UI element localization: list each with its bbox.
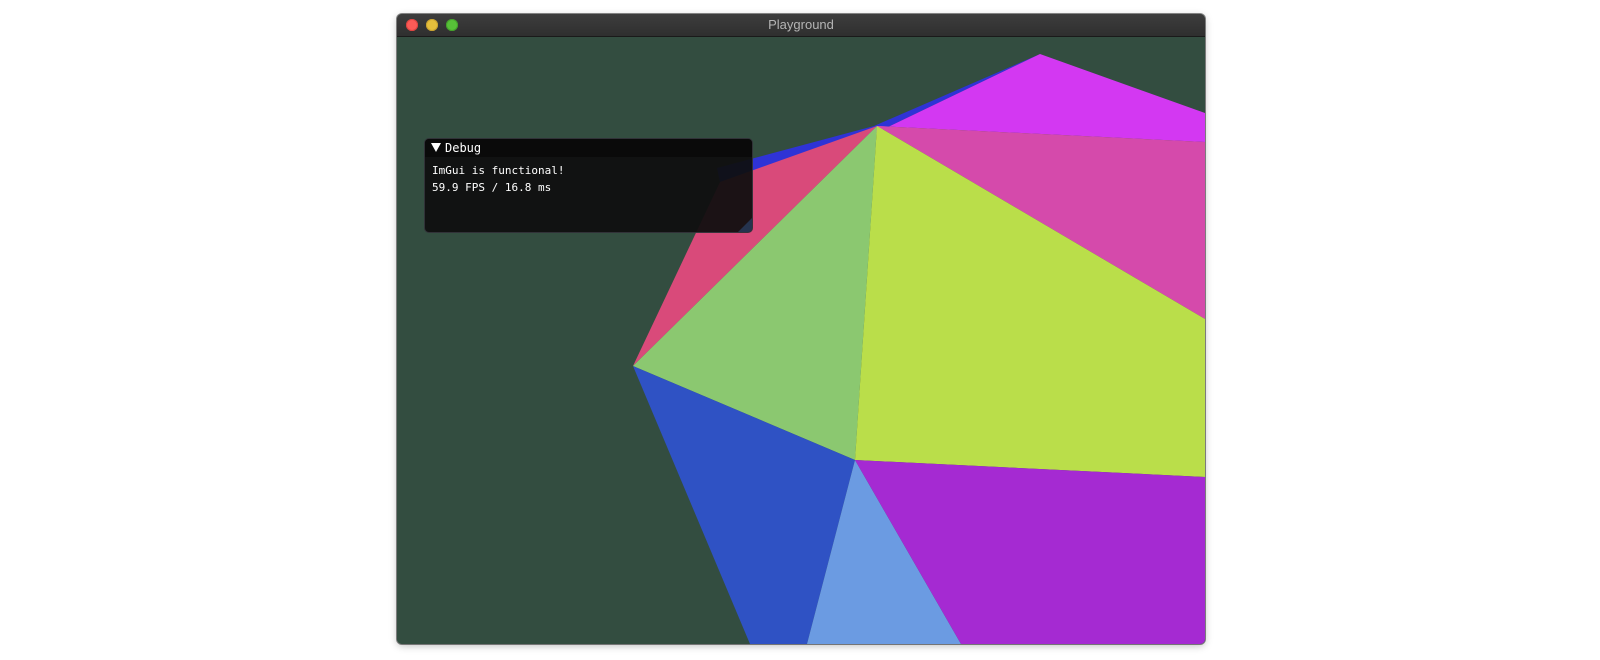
resize-grip[interactable] bbox=[738, 218, 752, 232]
status-text: ImGui is functional! bbox=[432, 164, 565, 177]
triangle-down-icon[interactable] bbox=[431, 143, 441, 152]
render-viewport[interactable]: Debug ImGui is functional! 59.9 FPS / 16… bbox=[397, 37, 1205, 644]
app-window: Playground Debug ImGui is functional! 59… bbox=[397, 14, 1205, 644]
title-bar[interactable]: Playground bbox=[397, 14, 1205, 37]
scene-canvas bbox=[633, 54, 1205, 644]
debug-panel-title: Debug bbox=[445, 141, 482, 155]
debug-panel-titlebar[interactable]: Debug bbox=[425, 139, 752, 157]
window-title: Playground bbox=[768, 17, 834, 32]
debug-panel[interactable]: Debug ImGui is functional! 59.9 FPS / 16… bbox=[424, 138, 753, 233]
fps-readout: 59.9 FPS / 16.8 ms bbox=[432, 181, 552, 194]
